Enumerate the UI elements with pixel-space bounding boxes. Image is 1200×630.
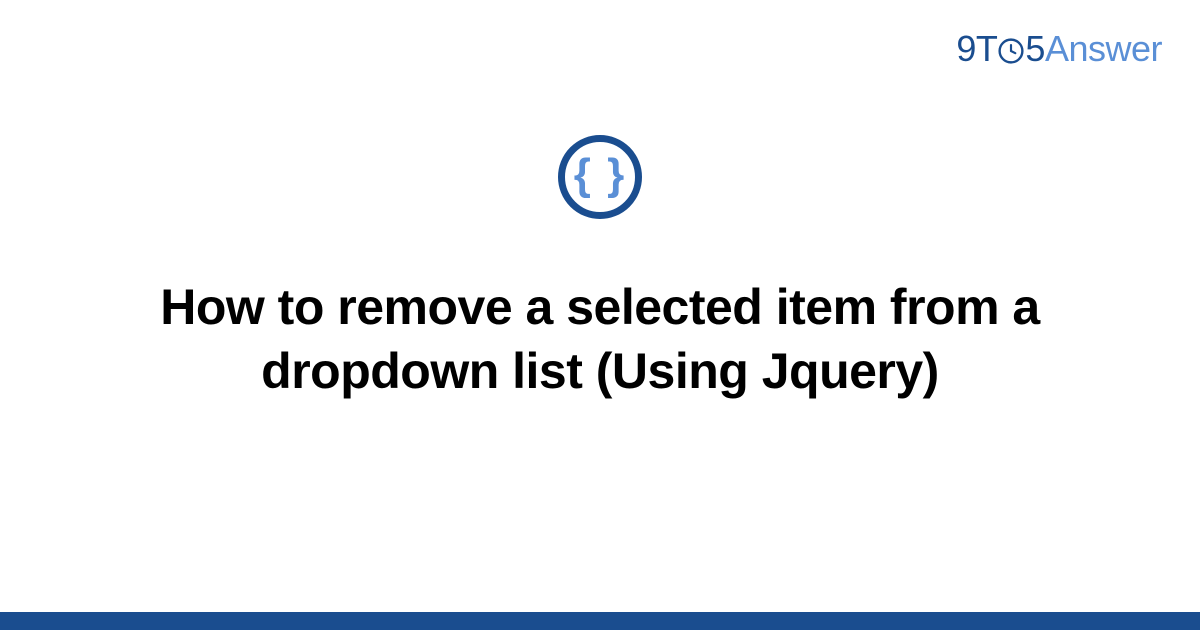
logo-text-answer: Answer <box>1045 28 1162 70</box>
site-logo: 9T 5 Answer <box>956 28 1162 70</box>
main-content: { } How to remove a selected item from a… <box>0 135 1200 403</box>
page-title: How to remove a selected item from a dro… <box>140 275 1060 403</box>
code-braces-icon: { } <box>558 135 642 219</box>
code-braces-glyph: { } <box>574 153 626 197</box>
logo-text-5: 5 <box>1025 28 1045 70</box>
footer-accent-bar <box>0 612 1200 630</box>
clock-icon <box>998 38 1024 64</box>
logo-text-9t: 9T <box>956 28 997 70</box>
